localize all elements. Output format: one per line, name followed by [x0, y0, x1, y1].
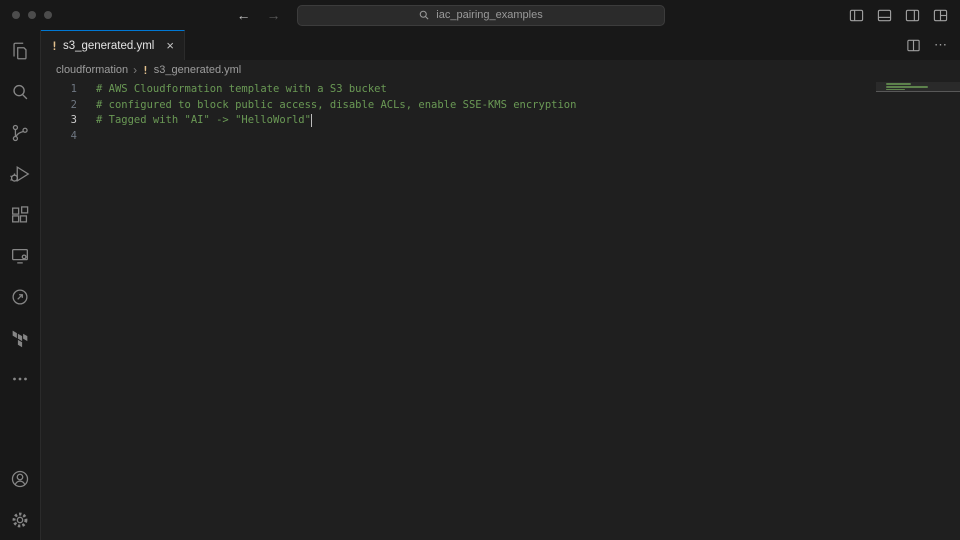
editor-actions: ⋯	[906, 30, 948, 60]
accounts-icon[interactable]	[0, 458, 40, 499]
editor-group: ! s3_generated.yml × ⋯ cloudformation › …	[41, 30, 960, 540]
close-window-button[interactable]	[12, 11, 20, 19]
search-icon[interactable]	[0, 71, 40, 112]
back-arrow-icon[interactable]: ←	[237, 7, 251, 23]
terraform-icon[interactable]	[0, 317, 40, 358]
code-line[interactable]: 1# AWS Cloudformation template with a S3…	[41, 82, 960, 98]
code-line[interactable]: 4	[41, 129, 960, 145]
circle-arrow-icon[interactable]	[0, 276, 40, 317]
minimap-line	[886, 89, 905, 91]
customize-layout-icon[interactable]	[933, 8, 948, 23]
text-cursor	[311, 114, 313, 127]
extensions-icon[interactable]	[0, 194, 40, 235]
window-controls	[12, 11, 52, 19]
breadcrumb-folder[interactable]: cloudformation	[56, 64, 128, 76]
search-icon	[418, 9, 430, 21]
code-text: # AWS Cloudformation template with a S3 …	[77, 82, 387, 98]
code-line[interactable]: 3# Tagged with "AI" -> "HelloWorld"	[41, 113, 960, 129]
warning-indicator: !	[51, 39, 58, 53]
history-navigation: ← →	[237, 7, 281, 23]
more-actions-icon[interactable]: ⋯	[934, 37, 948, 53]
code-lines: 1# AWS Cloudformation template with a S3…	[41, 82, 960, 144]
minimap[interactable]	[876, 82, 960, 212]
activity-bar	[0, 30, 41, 540]
breadcrumb: cloudformation › ! s3_generated.yml	[41, 60, 960, 80]
close-icon[interactable]: ×	[166, 38, 174, 53]
toggle-secondary-sidebar-icon[interactable]	[905, 8, 920, 23]
line-number: 2	[41, 98, 77, 114]
minimap-line	[886, 86, 928, 88]
maximize-window-button[interactable]	[44, 11, 52, 19]
line-number: 1	[41, 82, 77, 98]
layout-controls	[849, 8, 948, 23]
command-center-search[interactable]: iac_pairing_examples	[297, 5, 665, 26]
code-text	[77, 129, 96, 145]
chevron-right-icon: ›	[133, 63, 137, 77]
tab-bar: ! s3_generated.yml × ⋯	[41, 30, 960, 60]
titlebar: ← → iac_pairing_examples	[0, 0, 960, 30]
vscode-window: ← → iac_pairing_examples	[0, 0, 960, 540]
more-views-icon[interactable]	[0, 358, 40, 399]
code-editor[interactable]: 1# AWS Cloudformation template with a S3…	[41, 80, 960, 540]
line-number: 3	[41, 113, 77, 129]
command-center-text: iac_pairing_examples	[436, 9, 542, 21]
remote-explorer-icon[interactable]	[0, 235, 40, 276]
tab-s3-generated-yml[interactable]: ! s3_generated.yml ×	[41, 30, 185, 60]
settings-gear-icon[interactable]	[0, 499, 40, 540]
code-text: # configured to block public access, dis…	[77, 98, 576, 114]
code-line[interactable]: 2# configured to block public access, di…	[41, 98, 960, 114]
minimap-lines	[886, 83, 928, 90]
line-number: 4	[41, 129, 77, 145]
minimize-window-button[interactable]	[28, 11, 36, 19]
toggle-primary-sidebar-icon[interactable]	[849, 8, 864, 23]
toggle-panel-icon[interactable]	[877, 8, 892, 23]
code-text: # Tagged with "AI" -> "HelloWorld"	[77, 113, 311, 129]
explorer-icon[interactable]	[0, 30, 40, 71]
breadcrumb-file[interactable]: s3_generated.yml	[154, 64, 241, 76]
warning-indicator: !	[142, 64, 149, 77]
minimap-line	[886, 83, 911, 85]
tab-label: s3_generated.yml	[63, 40, 154, 52]
run-and-debug-icon[interactable]	[0, 153, 40, 194]
source-control-icon[interactable]	[0, 112, 40, 153]
split-editor-icon[interactable]	[906, 38, 921, 53]
forward-arrow-icon[interactable]: →	[267, 7, 281, 23]
